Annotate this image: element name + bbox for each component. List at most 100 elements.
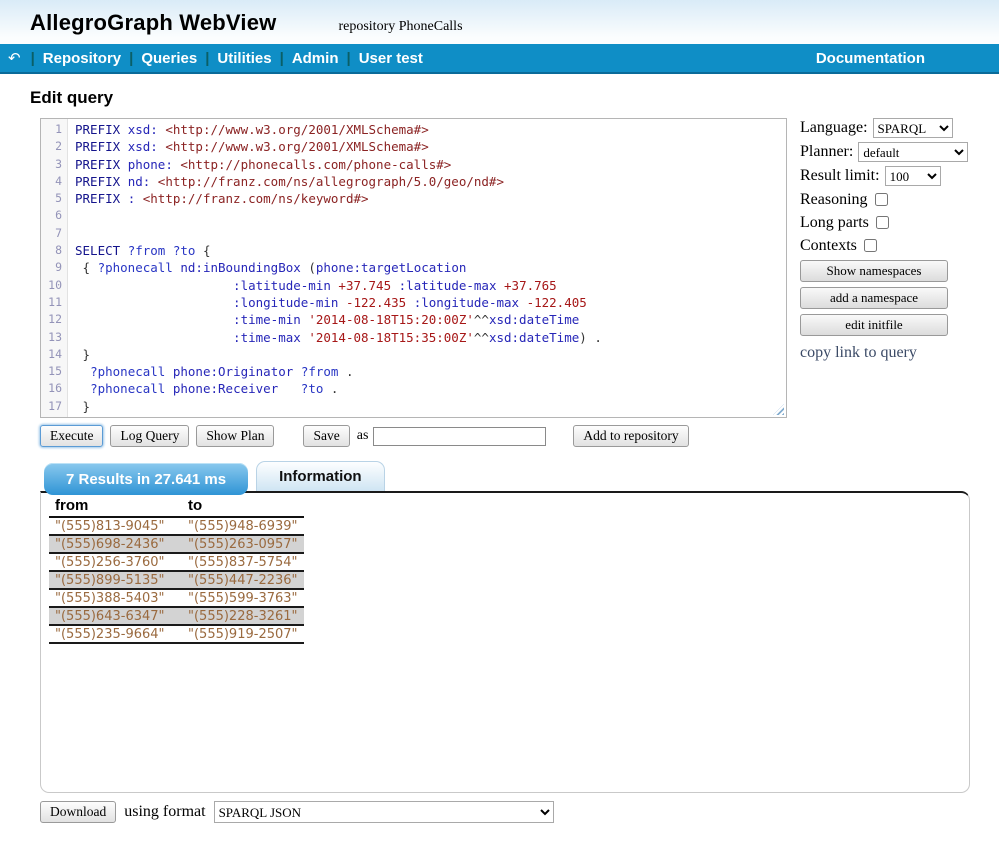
code-line[interactable]: PREFIX : <http://franz.com/ns/keyword#> xyxy=(75,190,786,207)
code-line[interactable]: PREFIX nd: <http://franz.com/ns/allegrog… xyxy=(75,173,786,190)
checkbox-group: Reasoning Long parts Contexts xyxy=(800,190,968,255)
line-number: 16 xyxy=(41,380,62,397)
table-cell: "(555)837-5754" xyxy=(182,553,304,571)
code-line[interactable]: PREFIX phone: <http://phonecalls.com/pho… xyxy=(75,156,786,173)
table-cell: "(555)228-3261" xyxy=(182,607,304,625)
line-gutter: 1234567891011121314151617 xyxy=(41,119,68,417)
tab-information[interactable]: Information xyxy=(256,461,385,491)
code-line[interactable] xyxy=(75,225,786,242)
table-cell: "(555)599-3763" xyxy=(182,589,304,607)
code-line[interactable]: PREFIX xsd: <http://www.w3.org/2001/XMLS… xyxy=(75,121,786,138)
code-line[interactable]: ?phonecall phone:Originator ?from . xyxy=(75,363,786,380)
using-format-label: using format xyxy=(124,803,205,821)
code-line[interactable]: :longitude-min -122.435 :longitude-max -… xyxy=(75,294,786,311)
code-line[interactable] xyxy=(75,207,786,224)
table-cell: "(555)388-5403" xyxy=(49,589,182,607)
repository-label: repository PhoneCalls xyxy=(338,19,462,35)
line-number: 1 xyxy=(41,121,62,138)
save-as-input[interactable] xyxy=(373,427,546,446)
main-content: Edit query 1234567891011121314151617 PRE… xyxy=(0,74,999,823)
long-parts-label: Long parts xyxy=(800,214,869,232)
table-cell: "(555)643-6347" xyxy=(49,607,182,625)
table-row[interactable]: "(555)899-5135""(555)447-2236" xyxy=(49,571,304,589)
show-plan-button[interactable]: Show Plan xyxy=(196,425,274,447)
table-cell: "(555)447-2236" xyxy=(182,571,304,589)
table-cell: "(555)263-0957" xyxy=(182,535,304,553)
table-cell: "(555)698-2436" xyxy=(49,535,182,553)
code-line[interactable]: } xyxy=(75,346,786,363)
save-button[interactable]: Save xyxy=(303,425,349,447)
namespace-buttons: Show namespaces add a namespace edit initf… xyxy=(800,260,968,336)
long-parts-checkbox[interactable] xyxy=(876,216,889,229)
line-number: 7 xyxy=(41,225,62,242)
planner-label: Planner: xyxy=(800,143,853,161)
table-cell: "(555)919-2507" xyxy=(182,625,304,643)
download-button[interactable]: Download xyxy=(40,801,116,823)
language-label: Language: xyxy=(800,119,868,137)
language-select[interactable]: SPARQL xyxy=(873,118,953,138)
code-line[interactable]: ?phonecall phone:Receiver ?to . xyxy=(75,380,786,397)
query-editor[interactable]: 1234567891011121314151617 PREFIX xsd: <h… xyxy=(40,118,787,418)
code-line[interactable]: :latitude-min +37.745 :latitude-max +37.… xyxy=(75,277,786,294)
line-number: 3 xyxy=(41,156,62,173)
execute-button[interactable]: Execute xyxy=(40,425,103,447)
result-limit-label: Result limit: xyxy=(800,167,880,185)
line-number: 4 xyxy=(41,173,62,190)
code-line[interactable]: PREFIX xsd: <http://www.w3.org/2001/XMLS… xyxy=(75,138,786,155)
app-header: AllegroGraph WebView repository PhoneCal… xyxy=(0,0,999,44)
line-number: 11 xyxy=(41,294,62,311)
line-number: 14 xyxy=(41,346,62,363)
nav-item-utilities[interactable]: Utilities xyxy=(217,50,271,67)
code-lines[interactable]: PREFIX xsd: <http://www.w3.org/2001/XMLS… xyxy=(68,119,786,417)
nav-separator: | xyxy=(205,50,209,67)
planner-select[interactable]: default xyxy=(858,142,968,162)
table-row[interactable]: "(555)256-3760""(555)837-5754" xyxy=(49,553,304,571)
nav-item-user-test[interactable]: User test xyxy=(359,50,423,67)
contexts-checkbox[interactable] xyxy=(864,239,877,252)
copy-link-to-query[interactable]: copy link to query xyxy=(800,344,917,362)
nav-item-admin[interactable]: Admin xyxy=(292,50,339,67)
reasoning-label: Reasoning xyxy=(800,191,868,209)
nav-separator: | xyxy=(129,50,133,67)
table-cell: "(555)948-6939" xyxy=(182,517,304,535)
table-row[interactable]: "(555)388-5403""(555)599-3763" xyxy=(49,589,304,607)
table-cell: "(555)235-9664" xyxy=(49,625,182,643)
nav-item-queries[interactable]: Queries xyxy=(141,50,197,67)
actions-row: Execute Log Query Show Plan Save as Add … xyxy=(40,425,970,447)
line-number: 5 xyxy=(41,190,62,207)
line-number: 8 xyxy=(41,242,62,259)
table-header-row: from to xyxy=(49,496,304,517)
add-to-repository-button[interactable]: Add to repository xyxy=(573,425,688,447)
add-a-namespace-button[interactable]: add a namespace xyxy=(800,287,948,309)
download-row: Download using format SPARQL JSON xyxy=(40,801,970,823)
nav-item-documentation[interactable]: Documentation xyxy=(816,50,925,67)
table-row[interactable]: "(555)643-6347""(555)228-3261" xyxy=(49,607,304,625)
table-cell: "(555)899-5135" xyxy=(49,571,182,589)
tab-results[interactable]: 7 Results in 27.641 ms xyxy=(44,463,248,495)
options-panel: Language: SPARQL Planner: default Result… xyxy=(800,118,968,362)
line-number: 10 xyxy=(41,277,62,294)
result-limit-select[interactable]: 100 xyxy=(885,166,941,186)
download-format-select[interactable]: SPARQL JSON xyxy=(214,801,554,823)
checkbox-row: Long parts xyxy=(800,213,968,232)
code-line[interactable]: :time-min '2014-08-18T15:20:00Z'^^xsd:da… xyxy=(75,311,786,328)
edit-initfile-button[interactable]: edit initfile xyxy=(800,314,948,336)
table-row[interactable]: "(555)235-9664""(555)919-2507" xyxy=(49,625,304,643)
code-line[interactable]: SELECT ?from ?to { xyxy=(75,242,786,259)
table-row[interactable]: "(555)698-2436""(555)263-0957" xyxy=(49,535,304,553)
checkbox-row: Contexts xyxy=(800,236,968,255)
code-line[interactable]: :time-max '2014-08-18T15:35:00Z'^^xsd:da… xyxy=(75,329,786,346)
column-header-from: from xyxy=(49,496,182,517)
back-arrow-icon[interactable]: ↶ xyxy=(8,49,21,67)
nav-separator: | xyxy=(280,50,284,67)
code-line[interactable]: { ?phonecall nd:inBoundingBox (phone:tar… xyxy=(75,259,786,276)
line-number: 15 xyxy=(41,363,62,380)
code-line[interactable]: } xyxy=(75,398,786,415)
log-query-button[interactable]: Log Query xyxy=(110,425,189,447)
nav-item-repository[interactable]: Repository xyxy=(43,50,121,67)
reasoning-checkbox[interactable] xyxy=(875,193,888,206)
table-row[interactable]: "(555)813-9045""(555)948-6939" xyxy=(49,517,304,535)
table-cell: "(555)256-3760" xyxy=(49,553,182,571)
show-namespaces-button[interactable]: Show namespaces xyxy=(800,260,948,282)
results-table: from to "(555)813-9045""(555)948-6939""(… xyxy=(49,496,304,644)
